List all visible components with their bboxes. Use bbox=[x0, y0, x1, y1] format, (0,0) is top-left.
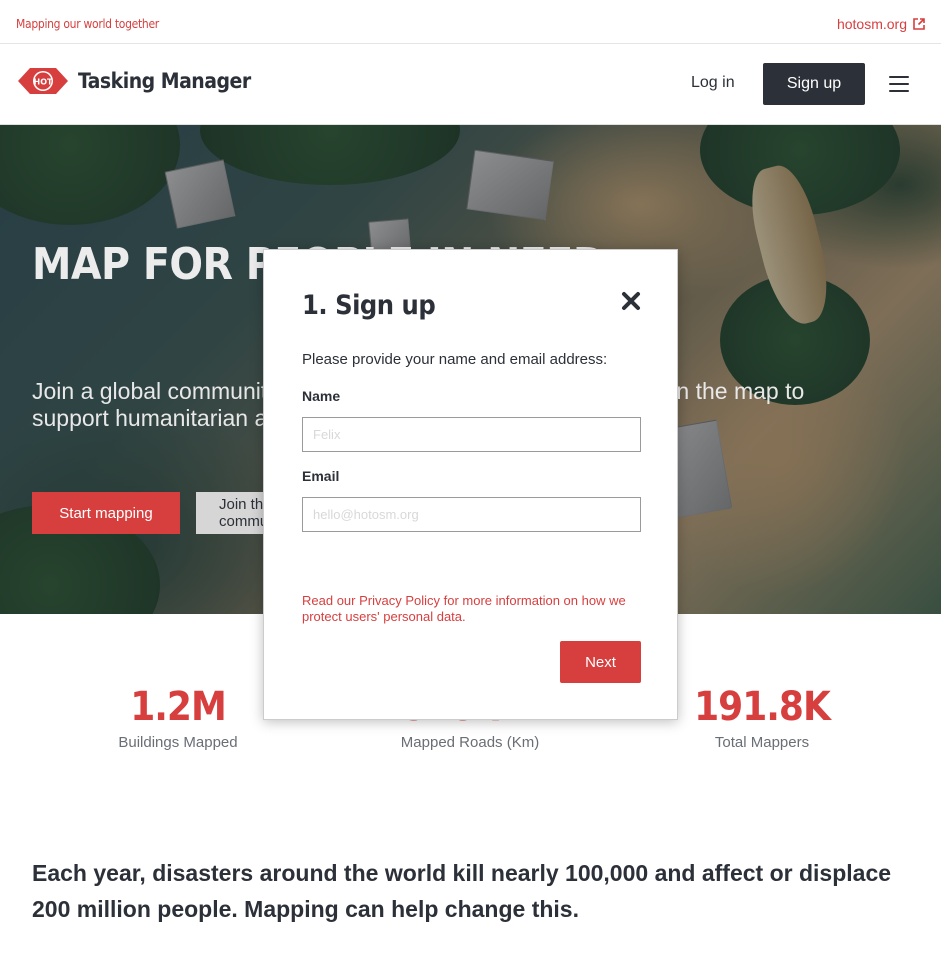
app-title: Tasking Manager bbox=[78, 69, 251, 93]
email-label: Email bbox=[302, 468, 340, 484]
email-input[interactable] bbox=[302, 497, 641, 532]
signup-modal: 1. Sign up Please provide your name and … bbox=[263, 249, 678, 720]
stat-label: Mapped Roads (Km) bbox=[400, 734, 540, 751]
stat-label: Total Mappers bbox=[714, 734, 810, 751]
stat-label: Buildings Mapped bbox=[118, 734, 238, 751]
next-button[interactable]: Next bbox=[560, 641, 641, 683]
main-navbar: HOT Tasking Manager Log in Sign up bbox=[0, 44, 941, 125]
hotosm-link-label: hotosm.org bbox=[836, 16, 907, 32]
menu-line bbox=[889, 83, 909, 85]
name-label: Name bbox=[302, 388, 341, 404]
modal-title: 1. Sign up bbox=[302, 290, 436, 321]
login-link[interactable]: Log in bbox=[691, 74, 735, 92]
name-input[interactable] bbox=[302, 417, 641, 452]
menu-line bbox=[889, 76, 909, 78]
privacy-policy-link[interactable]: Read our Privacy Policy for more informa… bbox=[302, 593, 647, 625]
mission-statement: Each year, disasters around the world ki… bbox=[32, 860, 892, 922]
hotosm-link[interactable]: hotosm.org bbox=[837, 16, 925, 32]
app-logo[interactable]: HOT Tasking Manager bbox=[16, 64, 251, 98]
tagline: Mapping our world together bbox=[16, 17, 159, 31]
top-bar: Mapping our world together hotosm.org bbox=[0, 0, 941, 44]
close-icon[interactable] bbox=[620, 290, 642, 312]
modal-instructions: Please provide your name and email addre… bbox=[302, 351, 608, 368]
menu-line bbox=[889, 90, 909, 92]
hot-logo-icon: HOT bbox=[18, 68, 68, 94]
signup-button[interactable]: Sign up bbox=[763, 63, 865, 105]
start-mapping-button[interactable]: Start mapping bbox=[32, 492, 180, 534]
hamburger-menu-icon[interactable] bbox=[889, 76, 909, 92]
logo-text: HOT bbox=[34, 78, 53, 87]
external-link-icon bbox=[913, 18, 925, 30]
